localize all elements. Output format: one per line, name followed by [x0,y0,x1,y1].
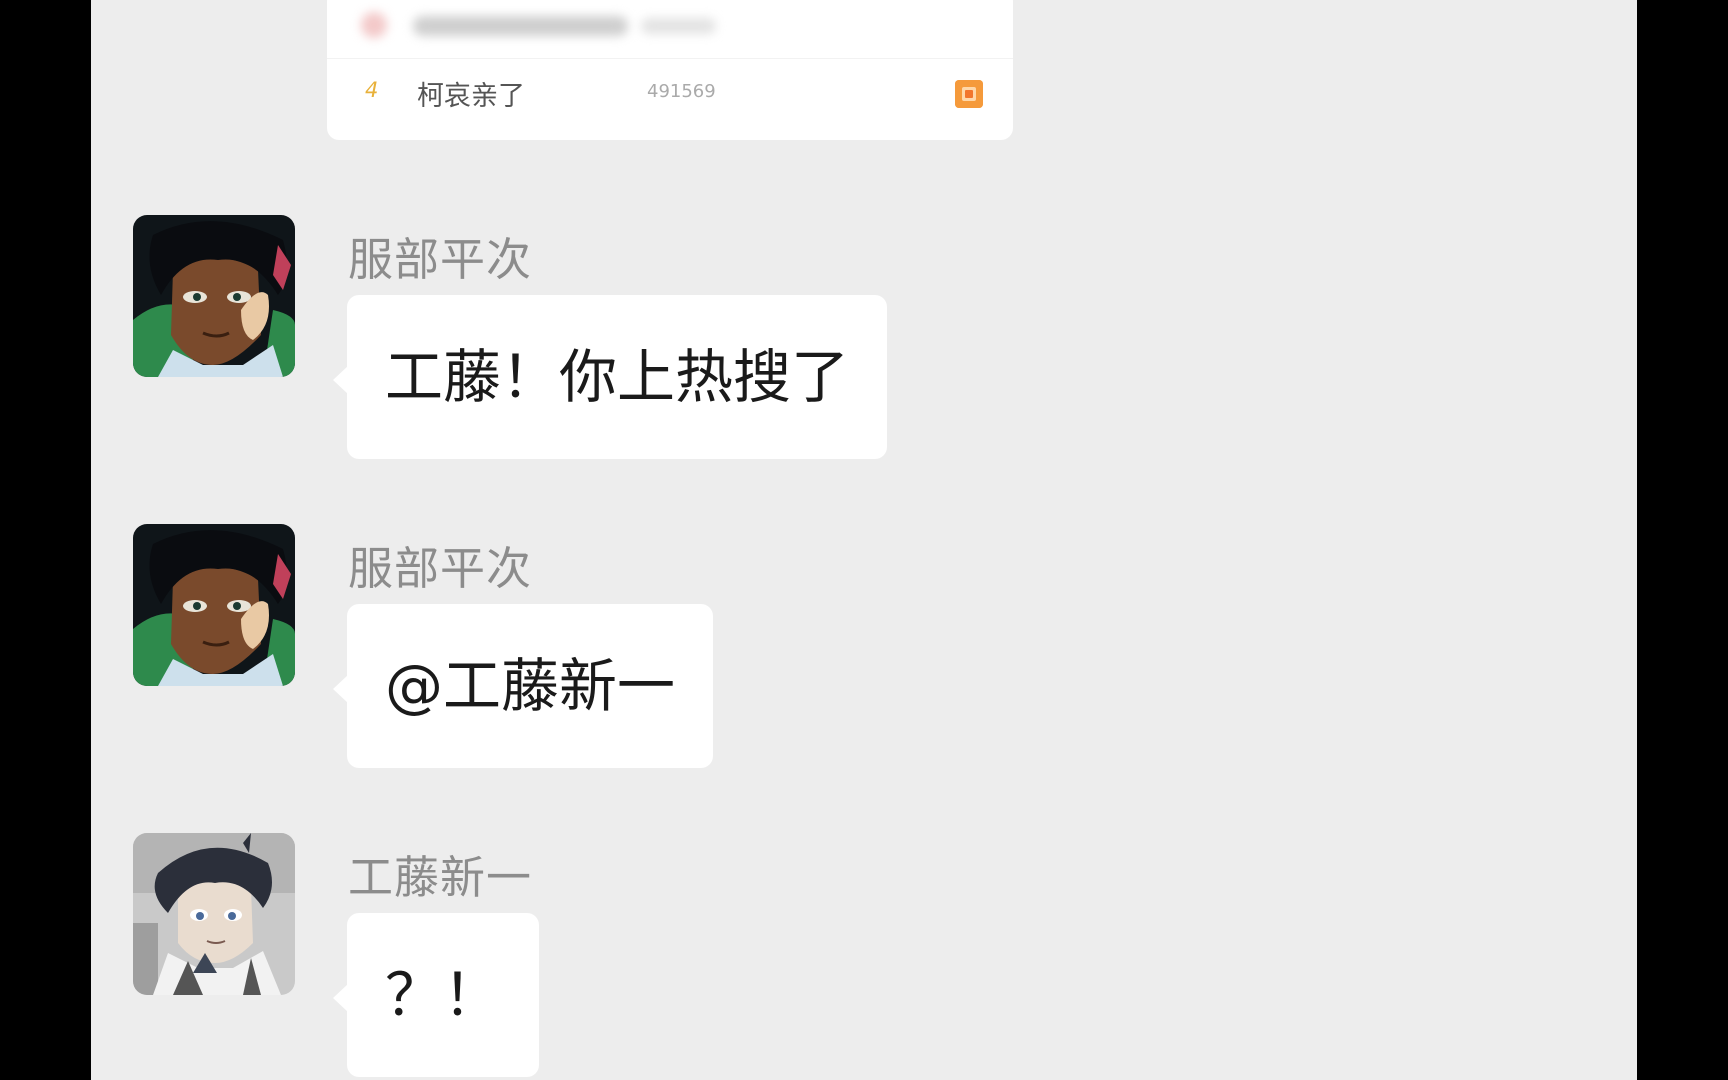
hattori-avatar[interactable] [133,524,295,686]
sender-name[interactable]: 工藤新一 [348,841,532,906]
message-bubble[interactable]: @工藤新一 [347,604,714,768]
chat-window[interactable]: 4 柯哀亲了 491569 服部平次 工藤！你上热搜了 服部平次 @工藤新一 工… [91,0,1637,1080]
right-letterbox [1637,0,1728,1080]
blurred-text-secondary [641,18,716,34]
hattori-avatar[interactable] [133,215,295,377]
sender-name[interactable]: 服部平次 [348,223,532,288]
hot-search-count: 491569 [647,81,716,102]
blurred-text [413,16,628,36]
blurred-icon [361,12,387,38]
sender-name[interactable]: 服部平次 [348,532,532,597]
hot-search-title[interactable]: 柯哀亲了 [417,74,525,113]
blurred-card-header [361,10,716,40]
hot-search-share-card[interactable]: 4 柯哀亲了 491569 [327,0,1013,140]
left-letterbox [0,0,91,1080]
kudo-avatar[interactable] [133,833,295,995]
message-bubble[interactable]: 工藤！你上热搜了 [347,295,888,459]
hot-search-rank: 4 [365,78,379,102]
hot-badge-icon [955,80,983,108]
message-bubble[interactable]: ？！ [347,913,540,1077]
card-divider [327,58,1013,59]
